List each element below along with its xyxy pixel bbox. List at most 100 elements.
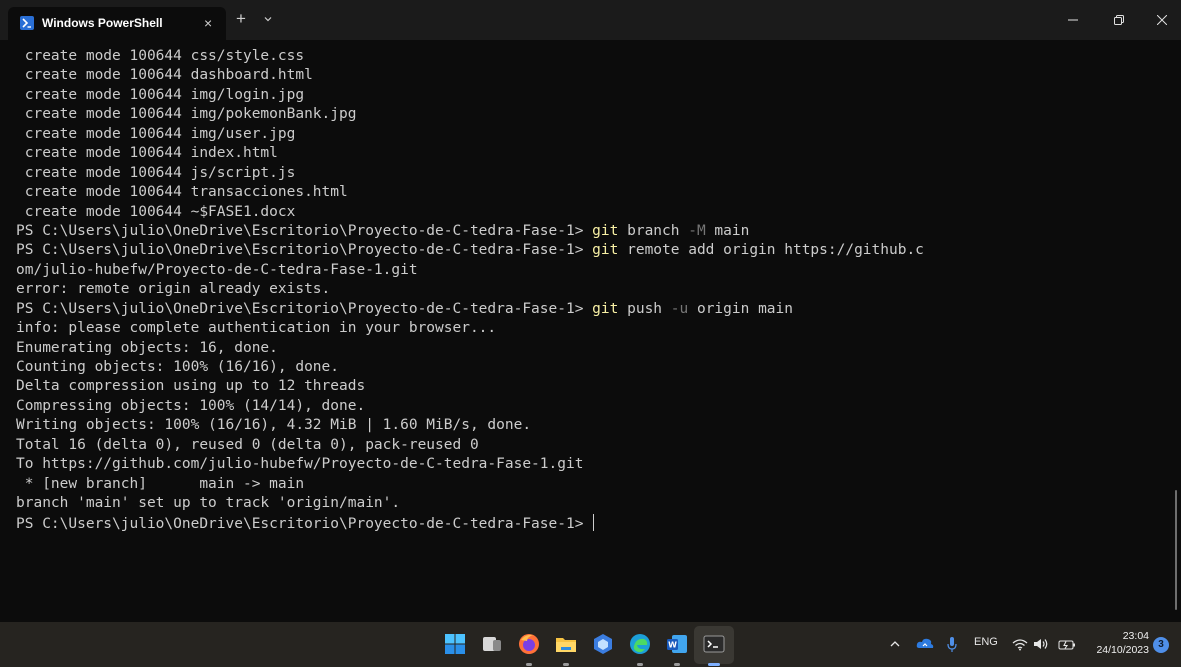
terminal-line: create mode 100644 dashboard.html <box>16 66 924 85</box>
output-text: create mode 100644 img/login.jpg <box>16 86 305 103</box>
output-text: Compressing objects: 100% (14/14), done. <box>16 397 366 414</box>
cloud-sync-icon[interactable] <box>915 634 935 654</box>
taskbar-app-5[interactable] <box>589 630 617 658</box>
command-args: branch <box>618 222 689 239</box>
terminal-line: PS C:\Users\julio\OneDrive\Escritorio\Pr… <box>16 300 924 319</box>
volume-icon[interactable] <box>1031 634 1051 654</box>
output-text: create mode 100644 transacciones.html <box>16 184 348 201</box>
command-name: git <box>592 300 619 317</box>
terminal-line: create mode 100644 img/login.jpg <box>16 86 924 105</box>
edge-icon <box>630 634 650 654</box>
language-indicator[interactable]: ENG <box>974 636 998 648</box>
taskbar-edge[interactable] <box>626 630 654 666</box>
terminal-line: create mode 100644 img/user.jpg <box>16 125 924 144</box>
folder-icon <box>556 638 576 652</box>
plus-icon[interactable]: + <box>236 10 246 28</box>
output-text: create mode 100644 dashboard.html <box>16 67 313 84</box>
output-text: create mode 100644 index.html <box>16 145 278 162</box>
terminal-line: om/julio-hubefw/Proyecto-de-C-tedra-Fase… <box>16 261 924 280</box>
output-text: Enumerating objects: 16, done. <box>16 339 278 356</box>
chevron-up-icon[interactable] <box>888 634 902 654</box>
command-parameter: -M <box>688 222 706 239</box>
clock-time[interactable]: 23:04 <box>1103 630 1149 643</box>
prompt-text: PS C:\Users\julio\OneDrive\Escritorio\Pr… <box>16 300 593 317</box>
terminal-line: Enumerating objects: 16, done. <box>16 339 924 358</box>
output-text: create mode 100644 css/style.css <box>16 48 305 64</box>
start-button[interactable] <box>441 630 469 658</box>
wifi-icon[interactable] <box>1011 634 1029 654</box>
terminal-line: error: remote origin already exists. <box>16 280 924 299</box>
terminal-line: PS C:\Users\julio\OneDrive\Escritorio\Pr… <box>16 241 924 260</box>
taskbar-app-1[interactable] <box>478 630 506 658</box>
output-text: create mode 100644 ~$FASE1.docx <box>16 203 296 220</box>
taskbar-terminal[interactable] <box>694 626 734 666</box>
taskbar-firefox[interactable] <box>515 630 543 666</box>
app-window-icon <box>483 637 501 651</box>
running-indicator <box>563 663 569 666</box>
output-text: create mode 100644 js/script.js <box>16 164 296 181</box>
running-indicator <box>637 663 643 666</box>
notification-badge[interactable]: 3 <box>1153 637 1169 653</box>
minimize-icon <box>1068 19 1078 21</box>
terminal-line: Delta compression using up to 12 threads <box>16 377 924 396</box>
maximize-button[interactable] <box>1096 0 1142 40</box>
output-text: error: remote origin already exists. <box>16 281 331 298</box>
output-text: create mode 100644 img/user.jpg <box>16 125 296 142</box>
output-text: Counting objects: 100% (16/16), done. <box>16 359 340 375</box>
svg-text:W: W <box>668 641 677 650</box>
output-text: Total 16 (delta 0), reused 0 (delta 0), … <box>16 436 479 453</box>
output-text: * [new branch] main -> main <box>16 475 305 492</box>
text-cursor <box>593 513 595 531</box>
word-icon: W <box>667 635 687 653</box>
terminal-line: Total 16 (delta 0), reused 0 (delta 0), … <box>16 436 924 455</box>
battery-icon[interactable] <box>1057 634 1077 654</box>
firefox-icon <box>519 634 539 654</box>
taskbar-file-explorer[interactable] <box>552 630 580 666</box>
terminal-line: create mode 100644 css/style.css <box>16 47 924 66</box>
terminal-lines: create mode 100644 css/style.css create … <box>16 47 924 533</box>
windows-logo-icon <box>445 634 465 654</box>
terminal-line: create mode 100644 js/script.js <box>16 164 924 183</box>
command-name: git <box>592 222 619 239</box>
prompt-text: PS C:\Users\julio\OneDrive\Escritorio\Pr… <box>16 242 593 259</box>
terminal-output[interactable]: create mode 100644 css/style.css create … <box>0 40 1181 622</box>
minimize-button[interactable] <box>1050 0 1096 40</box>
close-icon <box>1156 15 1167 25</box>
running-indicator <box>674 663 680 666</box>
terminal-line: create mode 100644 index.html <box>16 144 924 163</box>
close-icon[interactable]: × <box>204 15 212 31</box>
prompt-text: PS C:\Users\julio\OneDrive\Escritorio\Pr… <box>16 222 593 239</box>
terminal-line: Writing objects: 100% (16/16), 4.32 MiB … <box>16 416 924 435</box>
running-indicator <box>708 663 720 666</box>
title-bar: Windows PowerShell × + <box>0 0 1181 40</box>
scrollbar[interactable] <box>1175 490 1177 610</box>
hexagon-app-icon <box>594 634 612 654</box>
terminal-line: To https://github.com/julio-hubefw/Proye… <box>16 455 924 474</box>
restore-icon <box>1114 15 1124 25</box>
command-args: main <box>705 222 750 239</box>
tab-title: Windows PowerShell <box>42 16 163 30</box>
powershell-icon <box>20 16 34 30</box>
prompt-text: PS C:\Users\julio\OneDrive\Escritorio\Pr… <box>16 515 593 532</box>
terminal-line: create mode 100644 ~$FASE1.docx <box>16 203 924 222</box>
terminal-line: branch 'main' set up to track 'origin/ma… <box>16 494 924 513</box>
terminal-line: * [new branch] main -> main <box>16 475 924 494</box>
output-text: To https://github.com/julio-hubefw/Proye… <box>16 456 584 473</box>
command-name: git <box>592 242 619 259</box>
taskbar: W ENG 23:04 24/10/2023 3 <box>0 622 1181 667</box>
chevron-down-icon[interactable] <box>262 12 274 24</box>
tab-windows-powershell[interactable]: Windows PowerShell × <box>8 7 226 40</box>
output-text: info: please complete authentication in … <box>16 320 497 337</box>
microphone-icon[interactable] <box>945 634 959 654</box>
output-text: Delta compression using up to 12 threads <box>16 378 366 395</box>
output-text: create mode 100644 img/pokemonBank.jpg <box>16 106 357 123</box>
command-parameter: -u <box>670 300 689 317</box>
terminal-line: Counting objects: 100% (16/16), done. <box>16 358 924 377</box>
terminal-line: PS C:\Users\julio\OneDrive\Escritorio\Pr… <box>16 222 924 241</box>
terminal-line: Compressing objects: 100% (14/14), done. <box>16 397 924 416</box>
command-args: origin main <box>688 300 793 317</box>
output-text: om/julio-hubefw/Proyecto-de-C-tedra-Fase… <box>16 261 418 278</box>
close-window-button[interactable] <box>1142 0 1181 40</box>
clock-date[interactable]: 24/10/2023 <box>1086 644 1149 657</box>
taskbar-word[interactable]: W <box>663 630 691 666</box>
